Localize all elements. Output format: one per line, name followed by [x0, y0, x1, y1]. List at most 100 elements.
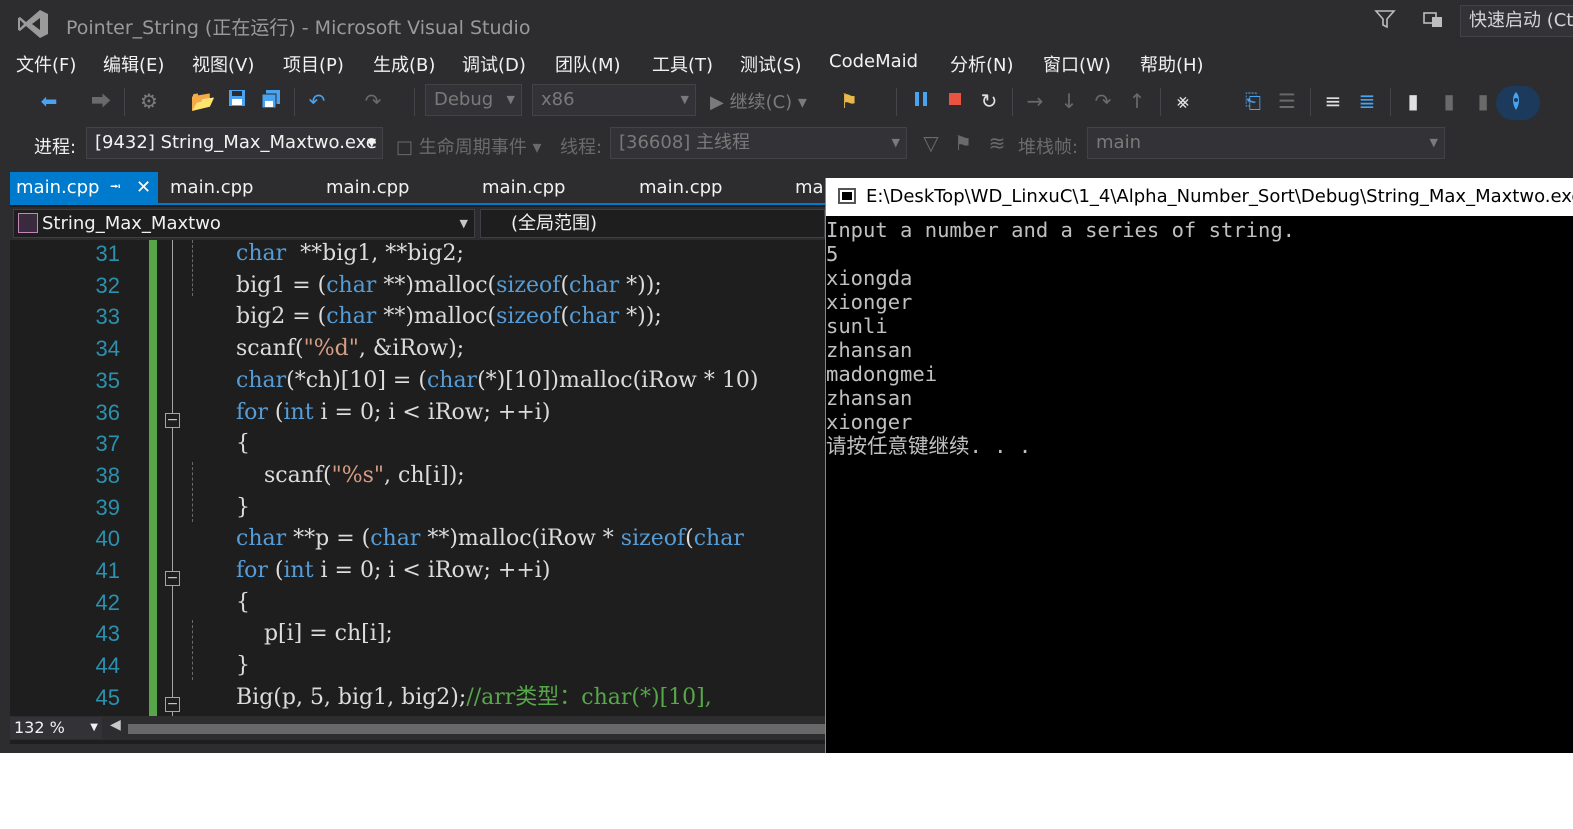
platform-select[interactable]: x86 ▼	[532, 84, 696, 116]
step-into-icon[interactable]: ↓	[1056, 88, 1082, 114]
menu-window[interactable]: 窗口(W)	[1043, 51, 1111, 77]
menu-test[interactable]: 测试(S)	[740, 51, 801, 77]
flag-icon[interactable]: ⚑	[950, 130, 976, 156]
feedback-icon[interactable]	[1420, 8, 1446, 34]
tab-main-cpp-active[interactable]: main.cpp ⭲ ✕	[10, 172, 158, 203]
code-text: big1 = (char **)malloc(sizeof(char *));	[236, 270, 662, 302]
menu-file[interactable]: 文件(F)	[16, 51, 76, 77]
code-token: big2 = (	[236, 304, 327, 330]
code-line[interactable]: 35 char(*ch)[10] = (char(*)[10])malloc(iR…	[10, 365, 825, 397]
code-line[interactable]: 36 for (int i = 0; i < iRow; ++i)	[10, 397, 825, 429]
tab-main-cpp[interactable]: main.cpp	[639, 172, 722, 203]
continue-button[interactable]: ▶ 继续(C) ▾	[710, 88, 807, 114]
code-token: sizeof	[496, 272, 561, 298]
uncomment-icon[interactable]: ≣	[1354, 88, 1380, 114]
zoom-select[interactable]: 132 % ▼	[10, 717, 102, 739]
code-token: int	[283, 558, 314, 583]
code-line[interactable]: 33 big2 = (char **)malloc(sizeof(char *))…	[10, 301, 825, 333]
console-line: 请按任意键继续. . .	[826, 434, 1032, 458]
step-over-icon[interactable]: ↷	[1090, 88, 1116, 114]
process-select[interactable]: [9432] String_Max_Maxtwo.exe ▼	[86, 127, 383, 159]
restart-icon[interactable]: ↻	[976, 88, 1002, 114]
bookmark-icon[interactable]: ▮	[1400, 88, 1426, 114]
tab-main-cpp[interactable]: main.cpp	[326, 172, 409, 203]
close-icon[interactable]: ✕	[136, 172, 151, 203]
redo-icon[interactable]: ↷	[360, 88, 386, 114]
tab-main-cpp[interactable]: mai	[795, 172, 829, 203]
process-icon[interactable]: ⚑	[836, 88, 862, 114]
scroll-left-icon[interactable]: ◀	[110, 717, 121, 733]
console-line: Input a number and a series of string.	[826, 218, 1295, 242]
global-scope-select[interactable]: (全局范围)	[480, 209, 825, 238]
configuration-select[interactable]: Debug ▼	[425, 84, 522, 116]
next-bookmark-icon[interactable]: ▮	[1470, 88, 1496, 114]
code-token: sizeof	[620, 526, 686, 552]
tab-main-cpp[interactable]: main.cpp	[170, 172, 253, 203]
code-token: (*ch)[10] = (	[286, 367, 427, 393]
code-line[interactable]: 38 scanf("%s", ch[i]);	[10, 460, 825, 492]
console-window: E:\DeskTop\WD_LinxuC\1_4\Alpha_Number_So…	[825, 178, 1573, 753]
menu-build[interactable]: 生成(B)	[373, 51, 435, 77]
code-line[interactable]: 32 big1 = (char **)malloc(sizeof(char *))…	[10, 270, 825, 302]
code-line[interactable]: 37 {	[10, 428, 825, 460]
menu-view[interactable]: 视图(V)	[192, 51, 254, 77]
save-icon[interactable]	[224, 88, 250, 114]
stop-debugging-icon[interactable]	[942, 88, 968, 114]
console-line: xionger	[826, 290, 913, 314]
open-file-icon[interactable]: 📂	[190, 88, 216, 114]
line-number: 36	[95, 399, 120, 425]
code-token: {	[236, 589, 250, 615]
code-editor: main.cpp ⭲ ✕ main.cpp main.cpp main.cpp …	[10, 172, 829, 744]
thread-label: 线程:	[560, 137, 603, 158]
threads-icon[interactable]: ≋	[984, 130, 1010, 156]
previous-bookmark-icon[interactable]: ▮	[1436, 88, 1462, 114]
source-icon[interactable]: ☰	[1274, 88, 1300, 114]
navigate-forward-icon[interactable]: ⮕	[88, 88, 114, 114]
code-area[interactable]: − − − 31 char **big1, **big2; 32 big1 = (ch…	[10, 240, 825, 716]
hex-display-icon[interactable]: ⨳	[1170, 88, 1196, 114]
save-all-icon[interactable]	[258, 88, 284, 114]
menu-codemaid[interactable]: CodeMaid	[829, 51, 918, 72]
code-line[interactable]: 39}	[10, 492, 825, 524]
project-scope-select[interactable]: String_Max_Maxtwo ▼	[13, 209, 475, 238]
line-number: 33	[95, 304, 120, 330]
step-out-icon[interactable]: ↑	[1124, 88, 1150, 114]
menu-edit[interactable]: 编辑(E)	[103, 51, 164, 77]
filter-icon[interactable]	[1372, 8, 1398, 34]
code-line[interactable]: 34 scanf("%d", &iRow);	[10, 333, 825, 365]
code-line[interactable]: 41 for (int i = 0; i < iRow; ++i)	[10, 555, 825, 587]
thread-icon[interactable]: ⎗	[1240, 88, 1266, 114]
menu-team[interactable]: 团队(M)	[555, 51, 621, 77]
menu-project[interactable]: 项目(P)	[283, 51, 344, 77]
quick-launch-input[interactable]: 快速启动 (Ct	[1460, 5, 1573, 37]
menu-analyze[interactable]: 分析(N)	[950, 51, 1014, 77]
undo-icon[interactable]: ↶	[304, 88, 330, 114]
filter-icon[interactable]: ▽	[918, 130, 944, 156]
stack-frame-select[interactable]: main ▼	[1087, 127, 1445, 159]
chevron-down-icon: ▼	[891, 136, 900, 149]
break-all-icon[interactable]	[908, 88, 934, 114]
menu-tools[interactable]: 工具(T)	[652, 51, 713, 77]
line-number: 34	[95, 336, 120, 362]
code-line[interactable]: 44}	[10, 650, 825, 682]
code-line[interactable]: 43 p[i] = ch[i];	[10, 618, 825, 650]
code-line[interactable]: 42 {	[10, 587, 825, 619]
line-number: 32	[95, 272, 120, 298]
menu-help[interactable]: 帮助(H)	[1140, 51, 1204, 77]
code-line[interactable]: 40 char **p = (char **)malloc(iRow * size…	[10, 523, 825, 555]
code-line[interactable]: 31 char **big1, **big2;	[10, 240, 825, 270]
new-project-icon[interactable]: ⚙	[136, 88, 162, 114]
pin-icon[interactable]: ⭲	[110, 172, 121, 203]
horizontal-scrollbar[interactable]	[128, 724, 828, 734]
code-line[interactable]: 45 Big(p, 5, big1, big2);//arr类型：char(*)[…	[10, 682, 825, 714]
rocket-icon[interactable]	[1496, 86, 1540, 120]
comment-icon[interactable]: ≡	[1320, 88, 1346, 114]
thread-select[interactable]: [36608] 主线程 ▼	[610, 127, 907, 159]
navigate-back-icon[interactable]: ⬅	[36, 88, 62, 114]
lifecycle-events-button[interactable]: □ 生命周期事件 ▾	[396, 133, 542, 159]
code-token: "%s"	[331, 462, 385, 488]
tab-main-cpp[interactable]: main.cpp	[482, 172, 565, 203]
menu-debug[interactable]: 调试(D)	[462, 51, 526, 77]
code-text: {	[236, 428, 250, 460]
show-next-statement-icon[interactable]: →	[1022, 88, 1048, 114]
